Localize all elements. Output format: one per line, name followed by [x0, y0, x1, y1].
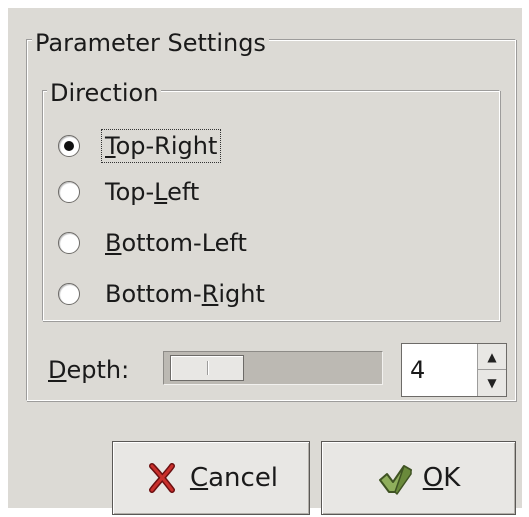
ok-button[interactable]: OK	[321, 441, 516, 515]
parameter-dialog: Parameter Settings Direction Top-Right T…	[8, 8, 522, 515]
parameter-settings-title: Parameter Settings	[32, 30, 269, 56]
check-ok-icon	[378, 465, 412, 495]
radio-label-top-right[interactable]: Top-Right	[100, 129, 222, 163]
spin-down-icon[interactable]: ▼	[478, 370, 506, 396]
ok-label: OK	[422, 463, 461, 493]
depth-label: Depth:	[48, 356, 130, 384]
radio-top-right[interactable]: Top-Right	[58, 128, 222, 164]
radio-button-top-left[interactable]	[58, 181, 80, 203]
radio-bottom-left[interactable]: Bottom-Left	[58, 225, 250, 261]
spin-buttons: ▲ ▼	[477, 344, 506, 396]
depth-spinbox[interactable]: 4 ▲ ▼	[401, 343, 507, 397]
depth-slider[interactable]	[163, 351, 383, 385]
depth-value[interactable]: 4	[410, 356, 425, 384]
radio-button-top-right[interactable]	[58, 135, 80, 157]
radio-label-top-left[interactable]: Top-Left	[102, 176, 202, 208]
spin-up-icon[interactable]: ▲	[478, 344, 506, 370]
radio-button-bottom-left[interactable]	[58, 232, 80, 254]
cancel-button[interactable]: Cancel	[112, 441, 310, 515]
radio-bottom-right[interactable]: Bottom-Right	[58, 276, 268, 312]
radio-label-bottom-left[interactable]: Bottom-Left	[102, 227, 250, 259]
radio-label-bottom-right[interactable]: Bottom-Right	[102, 278, 268, 310]
radio-top-left[interactable]: Top-Left	[58, 174, 202, 210]
radio-button-bottom-right[interactable]	[58, 283, 80, 305]
depth-slider-thumb[interactable]	[170, 355, 244, 381]
x-cancel-icon	[148, 463, 175, 493]
cancel-label: Cancel	[189, 463, 279, 493]
direction-title: Direction	[47, 80, 162, 106]
